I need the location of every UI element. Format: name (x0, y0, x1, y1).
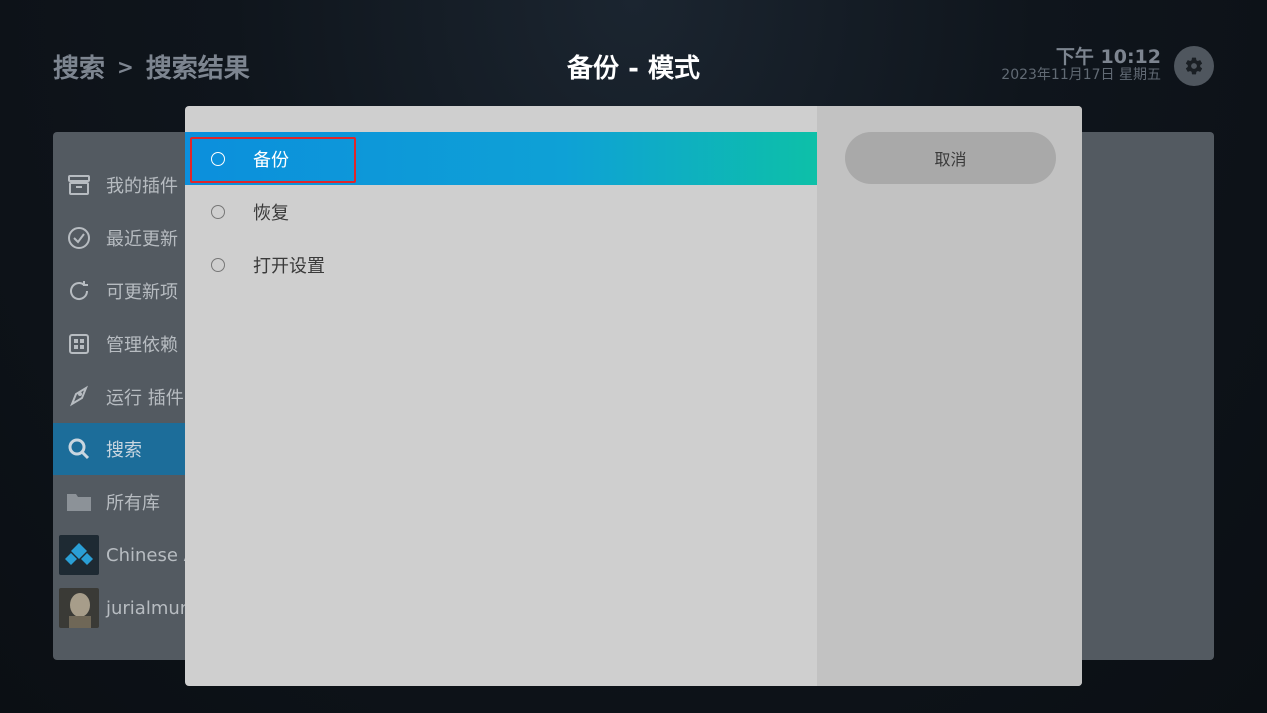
avatar (59, 588, 99, 628)
settings-button[interactable] (1174, 46, 1214, 86)
dialog-button-column (817, 106, 1082, 686)
radio-button-icon[interactable] (211, 204, 225, 219)
folder-icon (59, 482, 99, 522)
cancel-button[interactable]: 取消 (845, 132, 1056, 184)
option-label: 打开设置 (253, 255, 325, 277)
clock-date: 2023年11月17日 星期五 (1001, 67, 1161, 83)
sidebar-item-label: Chinese A (106, 544, 196, 566)
refresh-icon (59, 271, 99, 311)
option-label: 恢复 (253, 202, 289, 224)
sidebar-item-label: 所有库 (106, 493, 160, 514)
gear-icon (1185, 57, 1203, 75)
option-open-settings[interactable]: 打开设置 (185, 238, 817, 291)
sidebar-item-label: 最近更新 (106, 229, 178, 250)
box-icon (59, 165, 99, 205)
addon-thumbnail (59, 535, 99, 575)
radio-button-icon[interactable] (211, 257, 225, 272)
clock-time: 下午 10:12 (1055, 46, 1161, 68)
sidebar-item-label: 运行 插件 (106, 388, 184, 409)
highlight-box (190, 137, 356, 183)
sidebar-item-label: 我的插件 (106, 176, 178, 197)
search-icon (59, 429, 99, 469)
mode-dialog: 备份 恢复 打开设置 取消 (185, 106, 1082, 686)
clock: 下午 10:12 2023年11月17日 星期五 (1001, 47, 1161, 83)
sidebar-item-label: 搜索 (106, 440, 142, 461)
grid-icon (59, 324, 99, 364)
sidebar-item-label: 管理依赖 (106, 335, 178, 356)
clock-check-icon (59, 218, 99, 258)
rocket-icon (59, 377, 99, 417)
option-restore[interactable]: 恢复 (185, 185, 817, 238)
sidebar-item-label: 可更新项 ( (106, 282, 191, 303)
